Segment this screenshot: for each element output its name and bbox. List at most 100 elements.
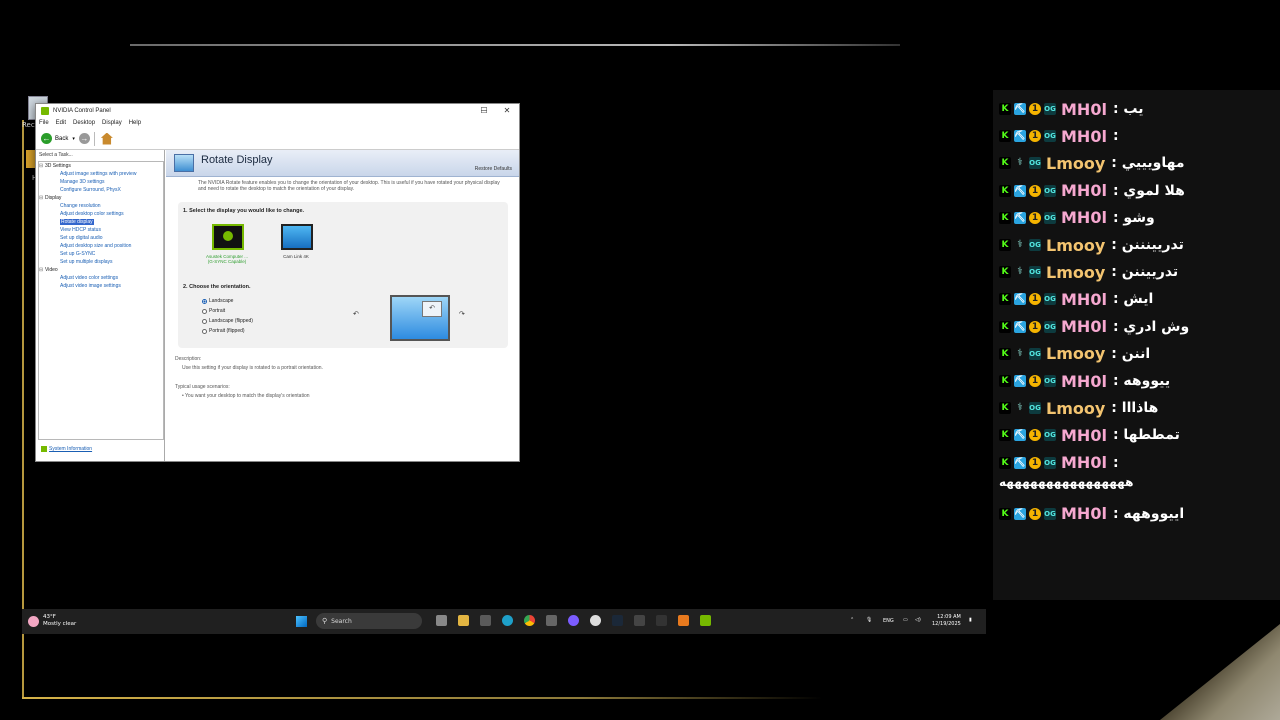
- notification-icon[interactable]: ▮: [969, 617, 972, 623]
- tray-chevron-icon[interactable]: ⌃: [850, 617, 854, 623]
- tree-task[interactable]: Set up multiple displays: [39, 258, 163, 266]
- chat-username[interactable]: Lmooy: [1046, 154, 1105, 173]
- pickaxe-badge-icon: ⛏: [1014, 184, 1026, 197]
- radio-unchecked-icon[interactable]: [202, 328, 207, 334]
- orientation-radio[interactable]: Landscape: [202, 298, 233, 304]
- chat-username[interactable]: MH0l: [1061, 317, 1107, 336]
- close-button[interactable]: ✕: [496, 104, 518, 118]
- radio-checked-icon[interactable]: [202, 298, 207, 304]
- display-camlink-icon[interactable]: [281, 224, 313, 250]
- rotate-display-icon: [174, 154, 194, 172]
- chat-username[interactable]: Lmooy: [1046, 263, 1105, 282]
- tree-task[interactable]: Adjust video color settings: [39, 274, 163, 282]
- menu-display[interactable]: Display: [102, 118, 122, 128]
- g-app-icon[interactable]: [656, 615, 667, 626]
- chat-username[interactable]: MH0l: [1061, 504, 1107, 523]
- orientation-radio[interactable]: Portrait (flipped): [202, 328, 245, 334]
- chat-username[interactable]: MH0l: [1061, 127, 1107, 146]
- edge-icon[interactable]: [502, 615, 513, 626]
- description-heading: Description:: [175, 356, 202, 362]
- language-indicator[interactable]: ENG: [883, 618, 894, 624]
- a-app-icon[interactable]: [678, 615, 689, 626]
- wave-badge-icon: ⚕: [1017, 402, 1023, 414]
- taskbar-search[interactable]: ⚲ Search: [316, 613, 422, 629]
- kick-badge-icon: K: [999, 184, 1011, 197]
- steam-icon[interactable]: [612, 615, 623, 626]
- radio-unchecked-icon[interactable]: [202, 318, 207, 324]
- file-explorer-icon[interactable]: [458, 615, 469, 626]
- orientation-radio[interactable]: Landscape (flipped): [202, 318, 253, 324]
- chat-username[interactable]: MH0l: [1061, 290, 1107, 309]
- display-camlink-name[interactable]: Cam Link 4K: [266, 254, 326, 259]
- tree-task[interactable]: Set up G-SYNC: [39, 250, 163, 258]
- chat-username[interactable]: Lmooy: [1046, 344, 1105, 363]
- kick-badge-icon: K: [999, 320, 1011, 333]
- toolbar-separator: [93, 131, 95, 146]
- menu-desktop[interactable]: Desktop: [73, 118, 95, 128]
- back-arrow-icon[interactable]: ←: [41, 133, 52, 144]
- tree-task[interactable]: Set up digital audio: [39, 234, 163, 242]
- settings-gear-icon[interactable]: [590, 615, 601, 626]
- tree-task[interactable]: Adjust desktop color settings: [39, 210, 163, 218]
- store-icon[interactable]: [480, 615, 491, 626]
- chat-username[interactable]: MH0l: [1061, 181, 1107, 200]
- tree-task[interactable]: Rotate display: [39, 218, 163, 226]
- kick-badge-icon: K: [999, 402, 1011, 415]
- system-information-label[interactable]: System Information: [49, 446, 92, 452]
- tree-category[interactable]: Video: [39, 266, 163, 274]
- discord-icon[interactable]: [568, 615, 579, 626]
- menu-help[interactable]: Help: [129, 118, 141, 128]
- nvidia-taskbar-icon[interactable]: [700, 615, 711, 626]
- tree-category[interactable]: Display: [39, 194, 163, 202]
- chat-text: : هاذااا: [1111, 400, 1159, 417]
- chat-username[interactable]: MH0l: [1061, 100, 1107, 119]
- tree-task[interactable]: Manage 3D settings: [39, 178, 163, 186]
- start-button-icon[interactable]: [296, 616, 307, 627]
- menu-edit[interactable]: Edit: [56, 118, 66, 128]
- tree-task[interactable]: View HDCP status: [39, 226, 163, 234]
- back-dropdown-icon[interactable]: ▾: [72, 136, 75, 142]
- back-button[interactable]: Back: [55, 136, 68, 142]
- chat-username[interactable]: MH0l: [1061, 372, 1107, 391]
- display-asus-icon[interactable]: [212, 224, 244, 250]
- chat-message: K ⚕ OG Lmooy: تدريينننن: [999, 236, 1184, 255]
- volume-icon[interactable]: ◁): [915, 617, 921, 623]
- clock[interactable]: 12:09 AM 12/19/2025: [932, 614, 961, 628]
- tree-task[interactable]: Adjust desktop size and position: [39, 242, 163, 250]
- keyboard-app-icon[interactable]: [634, 615, 645, 626]
- chat-username[interactable]: MH0l: [1061, 426, 1107, 445]
- tree-category[interactable]: 3D Settings: [39, 162, 163, 170]
- mic-icon[interactable]: 🎙: [866, 617, 872, 623]
- title-bar[interactable]: NVIDIA Control Panel ─: [36, 104, 519, 118]
- og-badge-icon: OG: [1029, 157, 1041, 170]
- network-icon[interactable]: ▭: [903, 617, 908, 623]
- forward-arrow-icon[interactable]: →: [78, 133, 90, 144]
- menu-bar: File Edit Desktop Display Help: [36, 118, 519, 128]
- chrome-icon[interactable]: [524, 615, 535, 626]
- weather-widget[interactable]: 43°F Mostly clear: [28, 614, 76, 628]
- home-icon[interactable]: [100, 132, 113, 145]
- tree-task[interactable]: Configure Surround, PhysX: [39, 186, 163, 194]
- chat-username[interactable]: Lmooy: [1046, 399, 1105, 418]
- clock-date: 12/19/2025: [932, 621, 961, 627]
- tree-task[interactable]: Change resolution: [39, 202, 163, 210]
- og-badge-icon: OG: [1044, 507, 1056, 520]
- chat-username[interactable]: MH0l: [1061, 208, 1107, 227]
- menu-file[interactable]: File: [39, 118, 49, 128]
- wave-badge-icon: ⚕: [1017, 157, 1023, 169]
- og-badge-icon: OG: [1044, 456, 1056, 469]
- radio-unchecked-icon[interactable]: [202, 308, 207, 314]
- orientation-radio[interactable]: Portrait: [202, 308, 225, 314]
- rotate-left-icon[interactable]: ↶: [353, 310, 359, 318]
- chat-username[interactable]: Lmooy: [1046, 236, 1105, 255]
- system-information-link[interactable]: System Information: [41, 446, 92, 452]
- restore-defaults-link[interactable]: Restore Defaults: [475, 166, 512, 172]
- app-icon[interactable]: [546, 615, 557, 626]
- step-1-label: 1. Select the display you would like to …: [183, 208, 305, 214]
- task-view-icon[interactable]: [436, 615, 447, 626]
- maximize-button[interactable]: ☐: [473, 104, 495, 118]
- tree-task[interactable]: Adjust video image settings: [39, 282, 163, 290]
- rotate-right-icon[interactable]: ↷: [459, 310, 465, 318]
- chat-username[interactable]: MH0l: [1061, 453, 1107, 472]
- tree-task[interactable]: Adjust image settings with preview: [39, 170, 163, 178]
